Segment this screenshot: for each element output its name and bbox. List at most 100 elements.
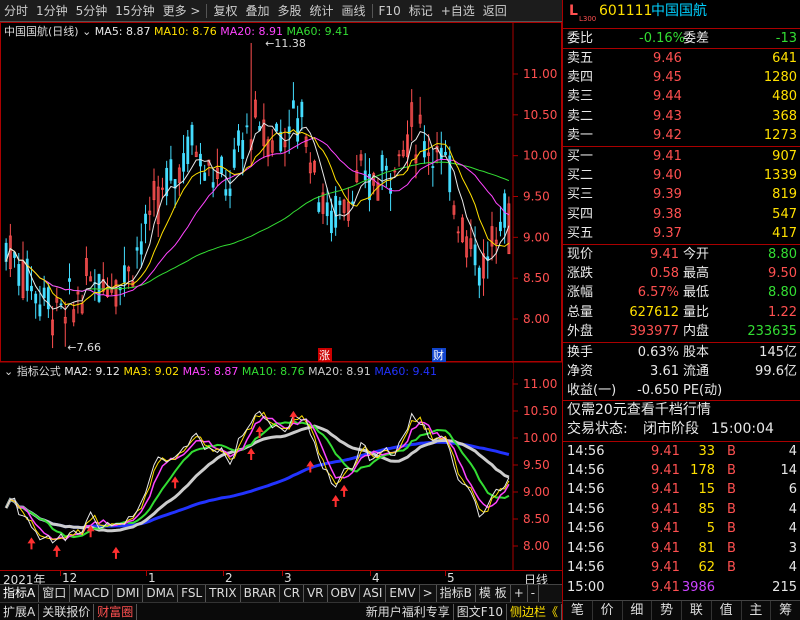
weibi-label: 委比 — [567, 31, 594, 46]
toolbar-button[interactable]: 统计 — [306, 2, 338, 19]
indicator-tab[interactable]: FSL — [178, 585, 207, 602]
bid-label: 买四 — [567, 206, 594, 222]
finance-label: 净资 — [567, 363, 594, 379]
status-item[interactable]: 新用户福利专享 — [363, 603, 454, 620]
kline-chart-area[interactable]: 11.00 10.50 10.00 9.50 9.00 8.50 8.00 11.00 10.5… — [0, 22, 562, 570]
quote-tab-button[interactable]: 联 — [682, 601, 712, 620]
status-item[interactable]: 扩展A — [0, 603, 40, 620]
stat-value: 9.41 — [650, 247, 679, 262]
indicator-tab[interactable]: DMI — [113, 585, 144, 602]
candle-body — [473, 244, 477, 266]
ind-ma10-line — [5, 419, 510, 539]
ask-price: 9.43 — [653, 108, 682, 124]
ma20-line — [5, 137, 510, 297]
indicator-tab[interactable]: - — [528, 585, 540, 602]
time-axis-tick — [223, 571, 224, 576]
ask-volume: 1280 — [763, 69, 797, 85]
quote-tab-button[interactable]: 笔 — [563, 601, 593, 620]
promo-row[interactable]: 仅需20元查看千档行情 — [563, 400, 800, 421]
status-item[interactable]: 关联报价 — [39, 603, 95, 620]
toolbar-button[interactable]: 15分钟 — [111, 2, 158, 19]
ask-price: 9.46 — [653, 51, 682, 66]
bid-volume: 547 — [772, 206, 797, 222]
ma-legend: MA60: 9.41 — [286, 25, 349, 38]
bid-volume: 907 — [772, 149, 797, 164]
ma10-line — [5, 128, 510, 307]
toolbar-button[interactable]: 更多 > — [159, 2, 205, 19]
toolbar-button[interactable]: 复权 — [209, 2, 241, 19]
indicator-tab[interactable]: DMA — [143, 585, 179, 602]
stat-value: 8.80 — [768, 247, 797, 262]
indicator-tab[interactable]: 指标A — [0, 585, 40, 602]
toolbar-button[interactable]: 叠加 — [241, 2, 273, 19]
stock-name[interactable]: 中国国航 — [651, 2, 707, 21]
finance-label: 流通 — [683, 363, 710, 379]
status-item[interactable]: 侧边栏《 — [507, 603, 562, 620]
tick-side: B — [727, 482, 736, 497]
tick-row: 15:00 9.41 3986 215 — [563, 578, 800, 597]
indicator-tab[interactable]: TRIX — [206, 585, 241, 602]
zhang-marker-label: 涨 — [319, 349, 330, 362]
candle-body — [169, 159, 173, 181]
indicator-tab[interactable]: BRAR — [241, 585, 281, 602]
quote-tab-button[interactable]: 筹 — [771, 601, 800, 620]
quote-tab-button[interactable]: 价 — [593, 601, 623, 620]
toolbar-button[interactable]: 标记 — [405, 2, 437, 19]
stat-value: 0.58 — [650, 265, 679, 281]
market-tag-icon: L — [569, 3, 578, 19]
tick-volume: 178 — [690, 462, 715, 478]
candle-body — [97, 274, 101, 302]
quote-tab-button[interactable]: 细 — [623, 601, 653, 620]
toolbar-button[interactable]: 5分钟 — [72, 2, 112, 19]
time-axis-label: 5 — [447, 571, 455, 585]
ma-legend: MA10: 8.76 — [242, 365, 308, 378]
ind-ma5-line — [5, 415, 510, 541]
toolbar-button[interactable]: F10 — [375, 4, 405, 18]
weicha-value: -13 — [775, 31, 797, 46]
indicator-tab[interactable]: 指标B — [437, 585, 476, 602]
tick-volume: 33 — [698, 444, 715, 459]
promo-text[interactable]: 仅需20元查看千档行情 — [567, 401, 711, 420]
indicator-tab[interactable]: + — [511, 585, 528, 602]
ind-ma60-line — [4, 440, 510, 530]
finance-label: 股本 — [683, 345, 710, 360]
ask-row: 卖一 9.42 1273 — [563, 126, 800, 145]
indicator-tab[interactable]: EMV — [386, 585, 420, 602]
trade-status-row: 交易状态: 闭市阶段 15:00:04 — [563, 420, 800, 441]
indicator-tab[interactable]: VR — [304, 585, 328, 602]
indicator-tab[interactable]: > — [420, 585, 437, 602]
indicator-tab[interactable]: 窗口 — [39, 585, 71, 602]
ask-price: 9.42 — [653, 128, 682, 143]
toolbar-button[interactable]: 返回 — [479, 2, 511, 19]
indicator-tab[interactable]: OBV — [328, 585, 361, 602]
candle-body — [68, 278, 71, 282]
toolbar-button[interactable]: 画线 — [338, 2, 370, 19]
stat-label: 现价 — [567, 247, 594, 262]
indicator-tab[interactable]: MACD — [70, 585, 114, 602]
bid-label: 买五 — [567, 226, 594, 241]
indicator-tab[interactable]: CR — [280, 585, 304, 602]
toolbar-button[interactable]: 多股 — [273, 2, 305, 19]
toolbar-button[interactable]: 1分钟 — [32, 2, 72, 19]
chart-svg[interactable]: 11.00 10.50 10.00 9.50 9.00 8.50 8.00 11.00 10.5… — [0, 22, 562, 570]
weibi-value: -0.16% — [639, 31, 685, 46]
candle-body — [330, 210, 333, 234]
low-annotation: ←7.66 — [67, 341, 101, 354]
y-tick-label: 8.00 — [523, 312, 550, 326]
candle-body — [300, 101, 304, 118]
toolbar-button[interactable]: +自选 — [437, 2, 479, 19]
ask-volume: 480 — [772, 89, 797, 104]
bid-volume: 819 — [772, 187, 797, 202]
trade-time: 15:00:04 — [711, 421, 774, 437]
tick-price: 9.41 — [651, 462, 680, 478]
indicator-tab[interactable]: 模 板 — [476, 585, 511, 602]
candle-body — [245, 125, 249, 128]
toolbar-button[interactable]: 分时 — [0, 2, 32, 19]
quote-tab-button[interactable]: 主 — [742, 601, 772, 620]
quote-tab-button[interactable]: 值 — [712, 601, 742, 620]
bid-row: 买一 9.41 907 — [563, 146, 800, 165]
quote-tab-button[interactable]: 势 — [652, 601, 682, 620]
status-item[interactable]: 财富圈 — [94, 603, 138, 620]
status-item[interactable]: 图文F10 — [454, 603, 507, 620]
indicator-tab[interactable]: ASI — [360, 585, 387, 602]
